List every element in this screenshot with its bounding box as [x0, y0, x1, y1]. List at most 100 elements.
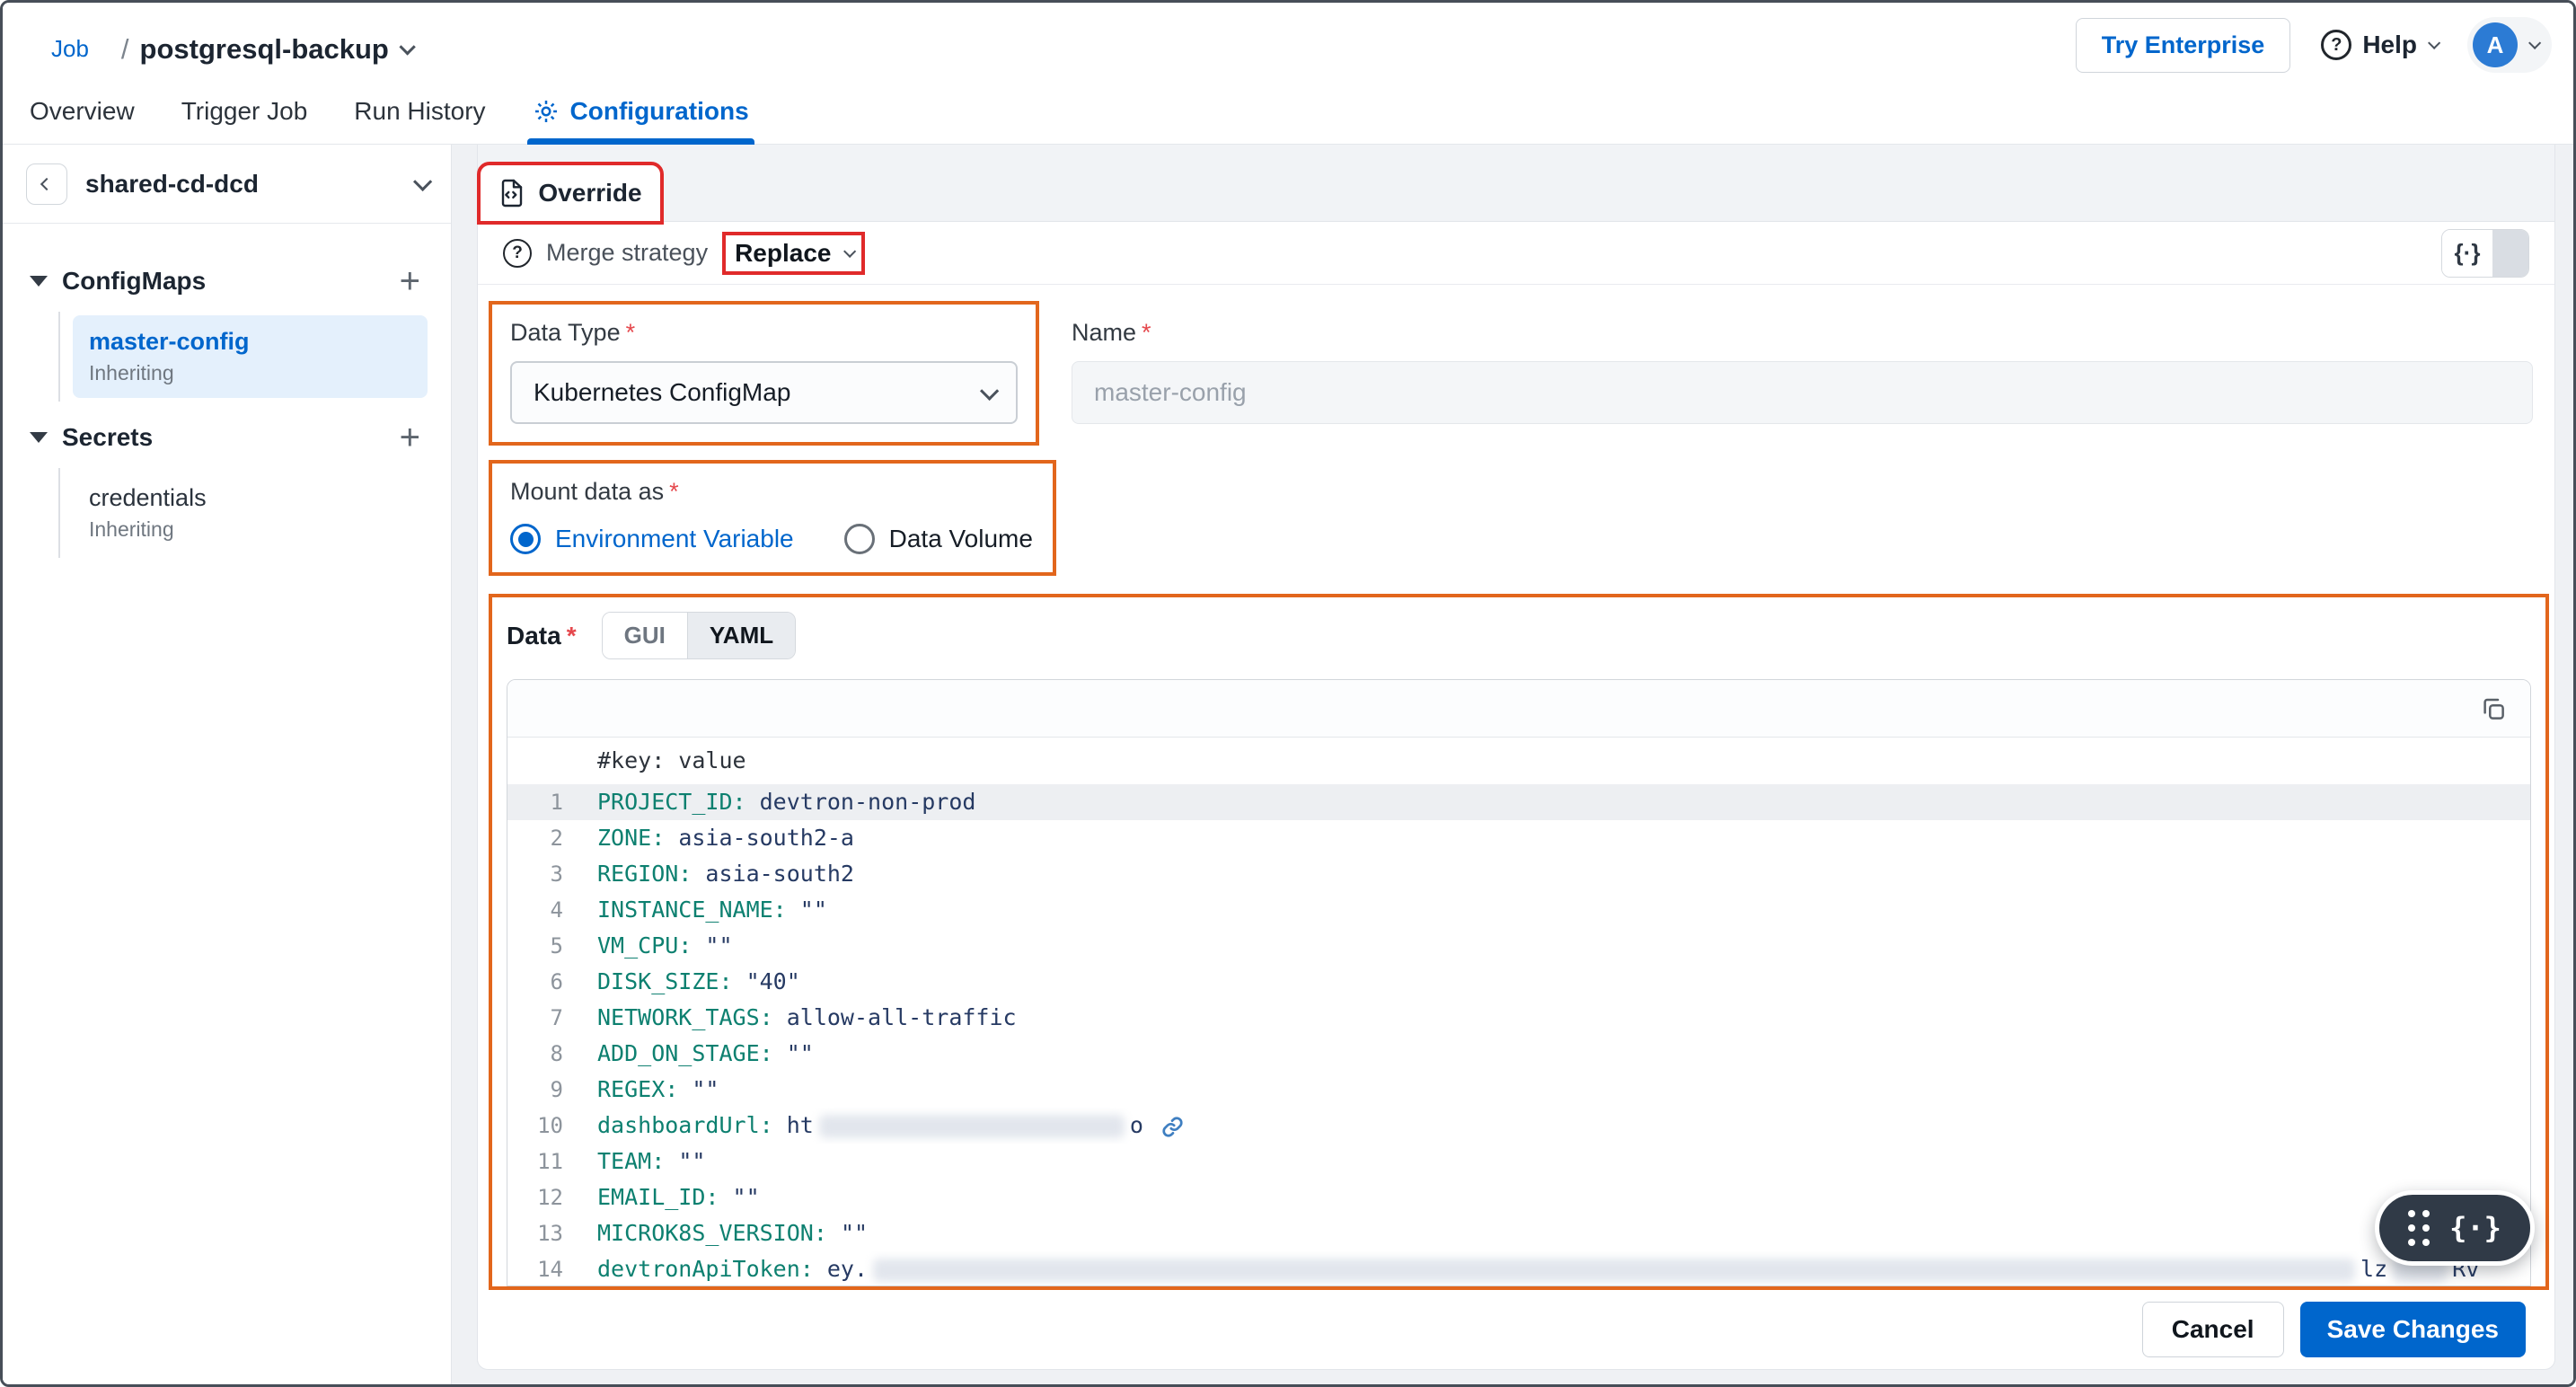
code-line[interactable]: 2ZONE: asia-south2-a — [507, 820, 2530, 856]
line-number: 13 — [507, 1215, 587, 1251]
name-group: Name* master-config — [1072, 301, 2533, 446]
back-button[interactable] — [26, 163, 67, 205]
sidebar-section-configmaps[interactable]: ConfigMaps + — [3, 254, 451, 308]
chevron-down-icon — [980, 381, 999, 400]
app-window: Job / postgresql-backup Try Enterprise ?… — [0, 0, 2576, 1387]
status-badge: Inheriting — [89, 517, 411, 542]
help-menu[interactable]: ? Help — [2321, 30, 2437, 60]
code-text: DISK_SIZE: "40" — [587, 964, 800, 1000]
code-view-toggle[interactable]: {·} — [2441, 229, 2529, 278]
code-line[interactable]: 13MICROK8S_VERSION: "" — [507, 1215, 2530, 1251]
radio-environment-variable[interactable]: Environment Variable — [510, 524, 794, 554]
redacted-text — [819, 1115, 1125, 1138]
chevron-down-icon[interactable] — [399, 39, 415, 55]
cancel-button[interactable]: Cancel — [2142, 1302, 2284, 1357]
tab-overview[interactable]: Overview — [30, 97, 135, 144]
line-number: 1 — [507, 784, 587, 820]
code-lines: 1PROJECT_ID: devtron-non-prod2ZONE: asia… — [507, 784, 2530, 1286]
sidebar-header: shared-cd-dcd — [3, 145, 451, 224]
line-number: 4 — [507, 892, 587, 928]
avatar: A — [2473, 22, 2518, 67]
code-line[interactable]: 12EMAIL_ID: "" — [507, 1179, 2530, 1215]
code-text: PROJECT_ID: devtron-non-prod — [587, 784, 975, 820]
form-row-type-name: Data Type* Kubernetes ConfigMap Name* — [489, 301, 2549, 446]
data-label: Data* — [507, 622, 577, 650]
tab-configurations[interactable]: Configurations — [533, 97, 749, 144]
code-line[interactable]: 4INSTANCE_NAME: "" — [507, 892, 2530, 928]
drag-handle-icon[interactable] — [2408, 1210, 2430, 1246]
code-braces-icon[interactable]: {·} — [2449, 1211, 2501, 1245]
redacted-text — [873, 1259, 2355, 1282]
radio-data-volume[interactable]: Data Volume — [844, 524, 1033, 554]
tab-run-history[interactable]: Run History — [354, 97, 485, 144]
code-text: devtronApiToken: ey.lzRv — [587, 1251, 2479, 1286]
merge-strategy-label: Merge strategy — [546, 239, 708, 267]
content-row: shared-cd-dcd ConfigMaps + master-config… — [3, 145, 2573, 1384]
chevron-down-icon[interactable] — [413, 172, 432, 191]
line-number: 2 — [507, 820, 587, 856]
code-line[interactable]: 11TEAM: "" — [507, 1144, 2530, 1179]
name-field[interactable]: master-config — [1072, 361, 2533, 424]
editor-body[interactable]: #key: value 1PROJECT_ID: devtron-non-pro… — [507, 738, 2530, 1286]
secrets-list: credentials Inheriting — [58, 468, 451, 558]
sidebar-item-master-config[interactable]: master-config Inheriting — [73, 315, 428, 398]
chevron-left-icon — [40, 177, 53, 190]
gui-tab[interactable]: GUI — [603, 613, 688, 658]
help-label: Help — [2362, 31, 2417, 59]
user-menu[interactable]: A — [2467, 17, 2552, 73]
line-number: 10 — [507, 1108, 587, 1144]
code-line[interactable]: 3REGION: asia-south2 — [507, 856, 2530, 892]
caret-down-icon — [30, 432, 48, 443]
breadcrumb-separator: / — [121, 33, 129, 66]
chevron-down-icon — [2428, 37, 2440, 49]
code-line[interactable]: 10dashboardUrl: hto — [507, 1108, 2530, 1144]
data-type-select[interactable]: Kubernetes ConfigMap — [510, 361, 1018, 424]
configmaps-list: master-config Inheriting — [58, 312, 451, 402]
sidebar: shared-cd-dcd ConfigMaps + master-config… — [3, 145, 452, 1384]
code-text: TEAM: "" — [587, 1144, 705, 1179]
main-area: Override ? Merge strategy Replace {·} — [452, 145, 2573, 1384]
floating-widget[interactable]: {·} — [2375, 1190, 2535, 1266]
copy-icon[interactable] — [2480, 695, 2507, 722]
add-secret-button[interactable]: + — [400, 420, 420, 455]
code-line[interactable]: 8ADD_ON_STAGE: "" — [507, 1036, 2530, 1072]
code-line[interactable]: 6DISK_SIZE: "40" — [507, 964, 2530, 1000]
code-text: VM_CPU: "" — [587, 928, 733, 964]
link-icon[interactable] — [1160, 1115, 1185, 1139]
code-text: REGEX: "" — [587, 1072, 719, 1108]
sidebar-section-secrets[interactable]: Secrets + — [3, 411, 451, 464]
line-number: 12 — [507, 1179, 587, 1215]
breadcrumb-job-link[interactable]: Job — [30, 26, 110, 72]
yaml-tab[interactable]: YAML — [688, 613, 795, 658]
code-text: ZONE: asia-south2-a — [587, 820, 854, 856]
try-enterprise-button[interactable]: Try Enterprise — [2076, 18, 2291, 73]
merge-strategy-select[interactable]: Replace — [722, 232, 865, 275]
sidebar-item-credentials[interactable]: credentials Inheriting — [73, 472, 428, 554]
status-badge: Inheriting — [89, 361, 411, 385]
add-configmap-button[interactable]: + — [400, 263, 420, 299]
toggle-track — [2492, 230, 2528, 277]
sidebar-nav: ConfigMaps + master-config Inheriting Se… — [3, 224, 451, 558]
editor-toolbar — [507, 680, 2530, 738]
code-line[interactable]: 14devtronApiToken: ey.lzRv — [507, 1251, 2530, 1286]
yaml-editor[interactable]: #key: value 1PROJECT_ID: devtron-non-pro… — [507, 679, 2531, 1286]
override-tab[interactable]: Override — [481, 165, 660, 221]
help-circle-icon[interactable]: ? — [503, 239, 532, 268]
required-asterisk: * — [669, 478, 679, 505]
code-text: NETWORK_TAGS: allow-all-traffic — [587, 1000, 1017, 1036]
code-line[interactable]: 7NETWORK_TAGS: allow-all-traffic — [507, 1000, 2530, 1036]
chevron-down-icon — [844, 244, 857, 257]
code-text: MICROK8S_VERSION: "" — [587, 1215, 868, 1251]
line-number: 14 — [507, 1251, 587, 1286]
save-changes-button[interactable]: Save Changes — [2300, 1302, 2526, 1357]
tab-trigger-job[interactable]: Trigger Job — [181, 97, 308, 144]
header: Job / postgresql-backup Try Enterprise ?… — [3, 3, 2573, 145]
code-line[interactable]: 1PROJECT_ID: devtron-non-prod — [507, 784, 2530, 820]
line-number: 8 — [507, 1036, 587, 1072]
data-type-label: Data Type* — [510, 319, 1018, 347]
radio-icon — [844, 524, 875, 554]
data-view-switch: GUI YAML — [602, 612, 797, 659]
code-line[interactable]: 9REGEX: "" — [507, 1072, 2530, 1108]
code-line[interactable]: 5VM_CPU: "" — [507, 928, 2530, 964]
code-text: REGION: asia-south2 — [587, 856, 854, 892]
